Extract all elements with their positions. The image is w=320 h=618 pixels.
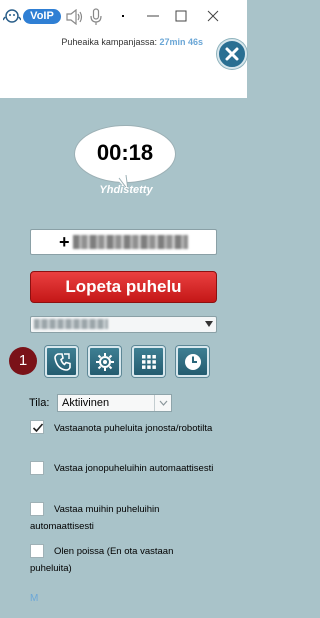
keypad-button[interactable] bbox=[132, 346, 165, 377]
minimize-button[interactable] bbox=[145, 8, 161, 24]
separator-dot bbox=[122, 15, 124, 17]
hangup-button[interactable]: Lopeta puhelu bbox=[30, 271, 217, 303]
call-timer: 00:18 bbox=[96, 140, 154, 165]
settings-button[interactable] bbox=[88, 346, 121, 377]
chevron-down-icon[interactable] bbox=[154, 395, 172, 411]
line-select-redacted bbox=[34, 319, 108, 329]
call-status: Yhdistetty bbox=[99, 184, 153, 196]
step-number-badge: 1 bbox=[9, 347, 37, 375]
clock-icon bbox=[185, 354, 201, 370]
history-button[interactable] bbox=[176, 346, 209, 377]
speaker-icon[interactable] bbox=[66, 9, 84, 25]
talk-time-value: 27min 46s bbox=[159, 37, 203, 47]
checkbox-label-away: Olen poissa (En ota vastaan puheluita) bbox=[30, 546, 174, 574]
phone-transfer-icon bbox=[54, 353, 71, 371]
close-panel-button[interactable] bbox=[217, 39, 247, 69]
footer-mark: M bbox=[30, 593, 39, 604]
window-titlebar: VoIP Puheaika kampanjassa: 27min 46s bbox=[0, 0, 247, 98]
close-icon bbox=[225, 47, 239, 61]
transfer-button[interactable] bbox=[45, 346, 78, 377]
gear-icon bbox=[96, 353, 114, 371]
voip-badge: VoIP bbox=[23, 9, 61, 24]
campaign-talk-time: Puheaika kampanjassa: 27min 46s bbox=[0, 37, 203, 47]
checkbox-label-auto-answer-other: Vastaa muihin puheluihin automaattisesti bbox=[30, 504, 160, 532]
phone-number-prefix: + bbox=[59, 232, 70, 252]
checkbox-label-receive-queue-calls: Vastaanota puheluita jonosta/robotilta bbox=[54, 423, 213, 434]
chevron-down-icon bbox=[205, 321, 213, 327]
checkbox-label-auto-answer-queue: Vastaa jonopuheluihin automaattisesti bbox=[54, 463, 214, 474]
app-logo-icon bbox=[3, 9, 21, 23]
maximize-button[interactable] bbox=[173, 8, 189, 24]
close-window-button[interactable] bbox=[204, 7, 222, 25]
talk-time-label: Puheaika kampanjassa: bbox=[61, 37, 157, 47]
phone-number-redacted bbox=[73, 235, 188, 249]
microphone-icon[interactable] bbox=[90, 8, 102, 26]
status-label: Tila: bbox=[29, 397, 50, 409]
keypad-icon bbox=[142, 355, 156, 369]
